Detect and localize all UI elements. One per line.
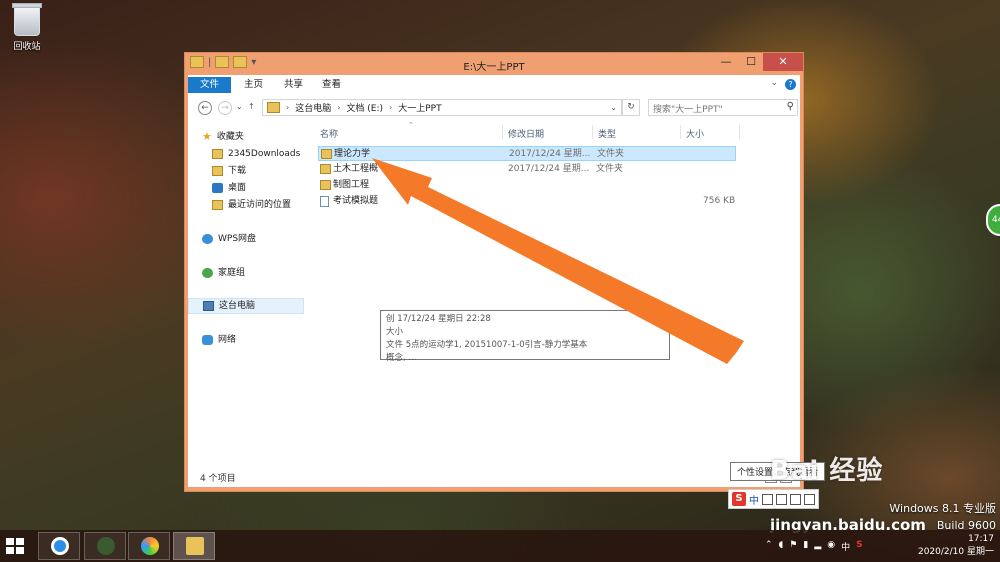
tray-sogou-icon[interactable]: S <box>856 540 862 553</box>
taskbar: ⌃ ◖ ⚑ ▮ ▂ ◉ 中 S 17:17 2020/2/10 星期一 <box>0 530 1000 562</box>
windows-logo-icon <box>6 547 14 554</box>
battery-icon[interactable]: ▮ <box>803 540 808 553</box>
taskbar-file-explorer[interactable] <box>173 532 215 560</box>
signal-icon[interactable]: ▂ <box>814 540 821 553</box>
system-tray: ⌃ ◖ ⚑ ▮ ▂ ◉ 中 S <box>765 540 863 553</box>
windows-logo-icon <box>6 538 14 545</box>
windows-edition-watermark: Windows 8.1 专业版 Build 9600 <box>889 500 996 534</box>
ime-mode-chinese[interactable]: 中 <box>749 492 759 507</box>
keyboard-icon[interactable] <box>776 493 787 505</box>
toolbox-icon[interactable] <box>804 493 815 505</box>
tray-ime-chinese[interactable]: 中 <box>841 540 850 553</box>
show-hidden-icons-icon[interactable]: ⌃ <box>765 540 773 553</box>
file-explorer-icon <box>186 537 204 555</box>
sogou-icon[interactable]: S <box>732 492 746 506</box>
security-icon[interactable]: ◉ <box>827 540 835 553</box>
browser-icon <box>51 537 69 555</box>
clock-date: 2020/2/10 星期一 <box>917 547 994 557</box>
start-button[interactable] <box>6 538 24 554</box>
windows-logo-icon <box>16 547 24 554</box>
punctuation-icon[interactable] <box>762 493 773 505</box>
game-icon <box>97 537 115 555</box>
taskbar-360-browser[interactable] <box>128 532 170 560</box>
ime-toolbar: S 中 <box>728 489 819 509</box>
colorful-browser-icon <box>141 537 159 555</box>
speaker-icon[interactable]: ◖ <box>779 540 784 553</box>
windows-logo-icon <box>16 538 24 545</box>
clock[interactable]: 17:17 2020/2/10 星期一 <box>918 533 994 559</box>
baidu-jingyan-logo: Bai 经验 <box>770 456 884 486</box>
flag-icon[interactable]: ⚑ <box>789 540 797 553</box>
skin-icon[interactable] <box>790 493 801 505</box>
taskbar-game[interactable] <box>84 532 126 560</box>
clock-time: 17:17 <box>968 534 994 544</box>
taskbar-browser[interactable] <box>38 532 80 560</box>
edition-name: Windows 8.1 专业版 <box>889 502 996 515</box>
